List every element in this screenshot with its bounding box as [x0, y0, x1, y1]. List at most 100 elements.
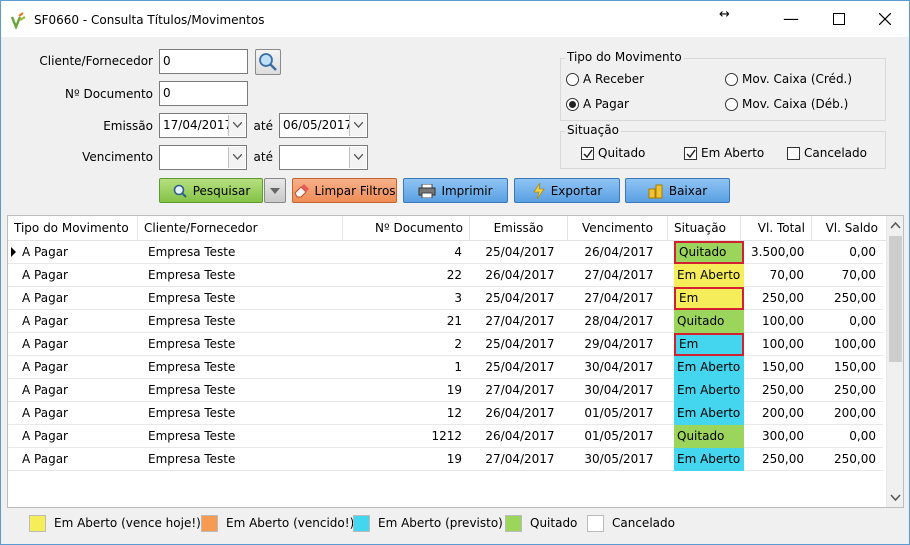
cell-cliente: Empresa Teste	[148, 406, 236, 420]
exportar-button[interactable]: Exportar	[514, 178, 620, 203]
radio-a-receber[interactable]: A Receber	[566, 72, 644, 86]
eraser-icon	[294, 183, 310, 197]
minimize-button[interactable]: —	[780, 9, 802, 29]
chevron-down-icon	[354, 122, 363, 128]
cell-tipo: A Pagar	[22, 337, 68, 351]
chevron-down-icon	[354, 154, 363, 160]
col-numero-documento[interactable]: Nº Documento	[343, 216, 470, 241]
pesquisar-options-dropdown[interactable]	[264, 178, 286, 203]
table-row[interactable]: A Pagar Empresa Teste 21 27/04/2017 28/04/20…	[8, 310, 883, 333]
cell-documento: 19	[446, 383, 462, 397]
cell-tipo: A Pagar	[22, 360, 68, 374]
table-row[interactable]: A Pagar Empresa Teste 19 27/04/2017 30/04/20…	[8, 379, 883, 402]
cell-tipo: A Pagar	[22, 452, 68, 466]
check-quitado[interactable]: Quitado	[581, 146, 645, 160]
vencimento-from-combo[interactable]	[159, 145, 247, 170]
baixar-label: Baixar	[668, 183, 708, 198]
checkmark-icon	[686, 149, 696, 158]
vencimento-ate-label: até	[253, 150, 273, 164]
col-vencimento[interactable]: Vencimento	[568, 216, 668, 241]
cell-cliente: Empresa Teste	[148, 429, 236, 443]
col-emissao[interactable]: Emissão	[470, 216, 568, 241]
vencimento-to-dropdown[interactable]	[349, 147, 366, 168]
cell-tipo: A Pagar	[22, 268, 68, 282]
scroll-down-icon[interactable]	[887, 490, 904, 504]
legend-item: Quitado	[505, 513, 577, 533]
check-cancelado[interactable]: Cancelado	[787, 146, 867, 160]
resize-cursor-icon: ↔	[719, 7, 730, 22]
cell-vl-saldo: 0,00	[849, 429, 876, 443]
maximize-button[interactable]	[828, 9, 850, 29]
cell-vl-saldo: 0,00	[849, 245, 876, 259]
vencimento-from-dropdown[interactable]	[228, 147, 245, 168]
imprimir-button[interactable]: Imprimir	[403, 178, 508, 203]
scroll-up-icon[interactable]	[887, 219, 904, 233]
table-row[interactable]: A Pagar Empresa Teste 4 25/04/2017 26/04/201…	[8, 241, 883, 264]
col-tipo-movimento[interactable]: Tipo do Movimento	[8, 216, 138, 241]
col-vl-total[interactable]: Vl. Total	[741, 216, 812, 241]
table-row[interactable]: A Pagar Empresa Teste 19 27/04/2017 30/05/20…	[8, 448, 883, 471]
cell-emissao: 25/04/2017	[485, 360, 555, 374]
check-em-aberto[interactable]: Em Aberto	[684, 146, 764, 160]
situacao-title: Situação	[565, 123, 621, 137]
legend-item: Cancelado	[587, 513, 675, 533]
cell-cliente: Empresa Teste	[148, 314, 236, 328]
radio-a-pagar[interactable]: A Pagar	[566, 97, 629, 111]
cell-vl-total: 3.500,00	[751, 245, 805, 259]
emissao-from-combo[interactable]: 17/04/2017	[159, 113, 247, 138]
cell-cliente: Empresa Teste	[148, 360, 236, 374]
radio-mov-caixa-deb[interactable]: Mov. Caixa (Déb.)	[725, 97, 848, 111]
col-cliente-fornecedor[interactable]: Cliente/Fornecedor	[138, 216, 343, 241]
cell-tipo: A Pagar	[22, 429, 68, 443]
close-button[interactable]	[874, 9, 896, 29]
cell-situacao: Quitado	[674, 310, 744, 333]
table-row[interactable]: A Pagar Empresa Teste 12 26/04/2017 01/05/20…	[8, 402, 883, 425]
cell-vencimento: 30/05/2017	[584, 452, 654, 466]
emissao-from-dropdown[interactable]	[228, 115, 245, 136]
form-content: Cliente/Fornecedor 0 Nº Documento 0 Emis…	[1, 37, 909, 544]
search-icon	[173, 184, 187, 198]
printer-icon	[418, 183, 436, 198]
legend-label: Em Aberto (vence hoje!)	[54, 516, 201, 530]
legend-item: Em Aberto (vencido!)	[201, 513, 354, 533]
emissao-to-combo[interactable]: 06/05/2017	[279, 113, 368, 138]
exportar-label: Exportar	[550, 183, 603, 198]
lookup-button[interactable]	[255, 49, 281, 75]
cell-vl-total: 100,00	[762, 337, 804, 351]
cell-vl-saldo: 0,00	[849, 314, 876, 328]
table-row[interactable]: A Pagar Empresa Teste 22 26/04/2017 27/04/20…	[8, 264, 883, 287]
baixar-button[interactable]: Baixar	[625, 178, 730, 203]
app-logo-icon	[10, 12, 26, 29]
table-row[interactable]: A Pagar Empresa Teste 1 25/04/2017 30/04/201…	[8, 356, 883, 379]
table-row[interactable]: A Pagar Empresa Teste 2 25/04/2017 29/04/201…	[8, 333, 883, 369]
pesquisar-label: Pesquisar	[192, 183, 251, 198]
cell-emissao: 26/04/2017	[485, 406, 555, 420]
coins-icon	[648, 184, 663, 198]
cell-vencimento: 29/04/2017	[584, 337, 654, 351]
emissao-to-dropdown[interactable]	[349, 115, 366, 136]
results-grid[interactable]: Tipo do Movimento Cliente/Fornecedor Nº …	[7, 215, 904, 508]
cell-vencimento: 01/05/2017	[584, 406, 654, 420]
radio-mov-caixa-cred[interactable]: Mov. Caixa (Créd.)	[725, 72, 852, 86]
scrollbar-thumb[interactable]	[889, 236, 902, 362]
check-em-aberto-box	[684, 146, 697, 160]
radio-a-pagar-circle	[566, 97, 579, 111]
table-row[interactable]: A Pagar Empresa Teste 3 25/04/2017 27/04/201…	[8, 287, 883, 323]
limpar-filtros-button[interactable]: Limpar Filtros	[292, 178, 397, 203]
cell-emissao: 27/04/2017	[485, 452, 555, 466]
legend-item: Em Aberto (previsto)	[353, 513, 503, 533]
cell-vl-total: 200,00	[762, 406, 804, 420]
check-cancelado-box	[787, 146, 800, 160]
cell-documento: 4	[454, 245, 462, 259]
vertical-scrollbar[interactable]	[886, 216, 903, 507]
pesquisar-button[interactable]: Pesquisar	[159, 178, 263, 203]
col-situacao[interactable]: Situação	[668, 216, 741, 241]
cell-documento: 12	[446, 406, 462, 420]
vencimento-to-combo[interactable]	[279, 145, 368, 170]
cliente-input[interactable]: 0	[159, 49, 248, 74]
cell-tipo: A Pagar	[22, 406, 68, 420]
col-vl-saldo[interactable]: Vl. Saldo	[812, 216, 884, 241]
table-row[interactable]: A Pagar Empresa Teste 1212 26/04/2017 01/05/…	[8, 425, 883, 448]
documento-input[interactable]: 0	[159, 81, 248, 106]
cell-situacao: Em Aberto	[674, 264, 744, 287]
